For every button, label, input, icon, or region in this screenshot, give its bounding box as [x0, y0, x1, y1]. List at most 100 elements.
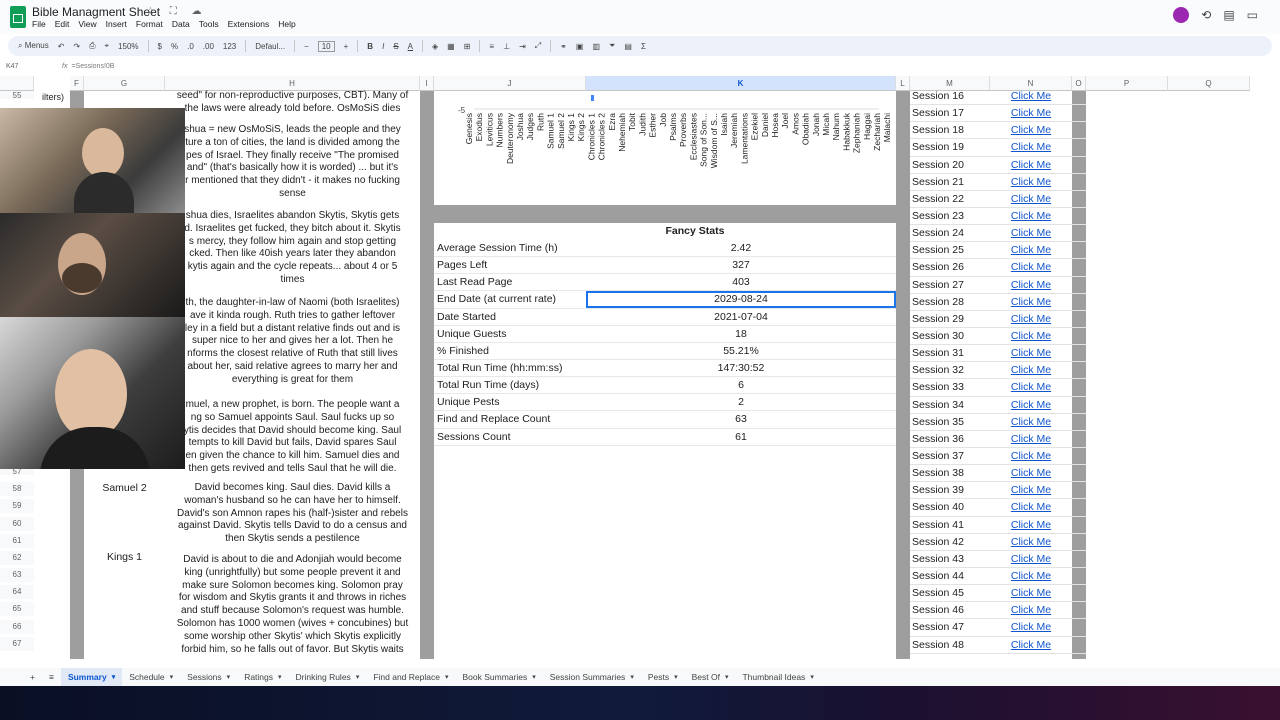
stat-row[interactable]: Pages Left 327 — [434, 257, 896, 275]
menu-extensions[interactable]: Extensions — [228, 19, 270, 29]
session-link[interactable]: Click Me — [990, 467, 1072, 479]
extension-badge-icon[interactable] — [1173, 7, 1190, 23]
session-link[interactable]: Click Me — [990, 210, 1072, 222]
session-label[interactable]: Session 39 — [910, 484, 990, 496]
sheet-tab-book-summaries[interactable]: Book Summaries ▾ — [455, 672, 542, 682]
column-header-i[interactable]: I — [420, 76, 434, 91]
row-number[interactable]: 61 — [0, 534, 34, 548]
row-number[interactable]: 55 — [0, 91, 34, 100]
menu-tools[interactable]: Tools — [199, 19, 219, 29]
session-link[interactable]: Click Me — [990, 587, 1072, 599]
session-label[interactable]: Session 46 — [910, 604, 990, 616]
stat-value[interactable]: 2 — [586, 396, 896, 408]
session-label[interactable]: Session 43 — [910, 553, 990, 565]
session-link[interactable]: Click Me — [990, 484, 1072, 496]
session-label[interactable]: Session 28 — [910, 296, 990, 308]
sheet-tab-summary[interactable]: Summary ▾ — [60, 668, 123, 686]
bold-icon[interactable]: B — [367, 42, 373, 51]
chevron-down-icon[interactable]: ▾ — [227, 673, 231, 681]
summary-cell[interactable]: shua dies, Israelites abandon Skytis, Sk… — [165, 210, 420, 287]
sheet-tab-pests[interactable]: Pests ▾ — [641, 672, 685, 682]
column-header-g[interactable]: G — [84, 76, 165, 91]
zoom-select[interactable]: 150% — [118, 42, 138, 51]
chevron-down-icon[interactable]: ▾ — [112, 673, 116, 681]
paint-format-icon[interactable]: ⌖ — [105, 41, 110, 51]
stat-value[interactable]: 147:30:52 — [586, 362, 896, 374]
session-label[interactable]: Session 20 — [910, 159, 990, 171]
merge-cells-icon[interactable]: ⊞ — [464, 42, 471, 51]
book-cell-samuel-2[interactable]: Samuel 2 — [84, 482, 165, 495]
session-link[interactable]: Click Me — [990, 604, 1072, 616]
search-menus-button[interactable]: ⌕ Menus — [18, 41, 49, 51]
session-link[interactable]: Click Me — [990, 519, 1072, 531]
stat-row[interactable]: End Date (at current rate) 2029-08-24 — [434, 291, 896, 309]
sheet-tab-thumbnail-ideas[interactable]: Thumbnail Ideas ▾ — [735, 672, 820, 682]
summary-cell[interactable]: muel, a new prophet, is born. The people… — [165, 399, 420, 476]
session-link[interactable]: Click Me — [990, 279, 1072, 291]
column-header-l[interactable]: L — [896, 76, 910, 91]
stat-value[interactable]: 2029-08-24 — [586, 291, 896, 308]
row-number[interactable]: 62 — [0, 551, 34, 565]
text-rotation-icon[interactable]: ⤢ — [535, 41, 541, 51]
font-size-input[interactable]: 10 — [317, 40, 335, 52]
column-header-k[interactable]: K — [586, 76, 896, 91]
chevron-down-icon[interactable]: ▾ — [674, 673, 678, 681]
session-link[interactable]: Click Me — [990, 141, 1072, 153]
stat-value[interactable]: 61 — [586, 431, 896, 443]
all-sheets-button[interactable]: ≡ — [42, 672, 61, 682]
undo-icon[interactable]: ↶ — [58, 42, 65, 51]
session-label[interactable]: Session 38 — [910, 467, 990, 479]
row-number[interactable]: 58 — [0, 482, 34, 496]
session-label[interactable]: Session 29 — [910, 313, 990, 325]
session-label[interactable]: Session 48 — [910, 639, 990, 651]
stat-row[interactable]: Total Run Time (hh:mm:ss) 147:30:52 — [434, 360, 896, 378]
italic-icon[interactable]: I — [382, 42, 384, 51]
summary-cell[interactable]: David is about to die and Adonjiah would… — [165, 554, 420, 656]
chevron-down-icon[interactable]: ▾ — [356, 673, 360, 681]
session-link[interactable]: Click Me — [990, 570, 1072, 582]
chevron-down-icon[interactable]: ▾ — [532, 673, 536, 681]
document-title[interactable]: Bible Managment Sheet — [32, 5, 160, 19]
stat-value[interactable]: 2.42 — [586, 242, 896, 254]
session-label[interactable]: Session 44 — [910, 570, 990, 582]
chevron-down-icon[interactable]: ▾ — [810, 673, 814, 681]
session-label[interactable]: Session 42 — [910, 536, 990, 548]
row-number[interactable]: 67 — [0, 637, 34, 651]
sheets-logo-icon[interactable] — [10, 6, 26, 28]
decrease-decimal-button[interactable]: .0 — [187, 42, 194, 51]
session-link[interactable]: Click Me — [990, 244, 1072, 256]
sheet-tab-find-and-replace[interactable]: Find and Replace ▾ — [366, 672, 455, 682]
menu-view[interactable]: View — [78, 19, 96, 29]
borders-icon[interactable]: ▦ — [447, 42, 455, 51]
session-link[interactable]: Click Me — [990, 450, 1072, 462]
redo-icon[interactable]: ↷ — [73, 42, 80, 51]
column-header-q[interactable]: Q — [1168, 76, 1250, 91]
session-label[interactable]: Session 47 — [910, 621, 990, 633]
session-link[interactable]: Click Me — [990, 433, 1072, 445]
font-select[interactable]: Defaul... — [255, 42, 285, 51]
session-link[interactable]: Click Me — [990, 124, 1072, 136]
comment-add-icon[interactable]: ▣ — [576, 42, 584, 51]
summary-cell[interactable]: shua = new OsMoSiS, leads the people and… — [165, 124, 420, 201]
session-label[interactable]: Session 16 — [910, 90, 990, 102]
session-link[interactable]: Click Me — [990, 553, 1072, 565]
sheet-tab-session-summaries[interactable]: Session Summaries ▾ — [543, 672, 641, 682]
chevron-down-icon[interactable]: ▾ — [725, 673, 729, 681]
stat-value[interactable]: 403 — [586, 276, 896, 288]
sheet-tab-sessions[interactable]: Sessions ▾ — [180, 672, 237, 682]
session-link[interactable]: Click Me — [990, 330, 1072, 342]
session-link[interactable]: Click Me — [990, 416, 1072, 428]
stat-value[interactable]: 63 — [586, 413, 896, 425]
link-icon[interactable]: ⚭ — [560, 42, 567, 51]
column-header-f[interactable]: F — [70, 76, 84, 91]
session-link[interactable]: Click Me — [990, 364, 1072, 376]
font-size-plus-icon[interactable]: + — [344, 42, 349, 51]
session-label[interactable]: Session 32 — [910, 364, 990, 376]
row-number[interactable]: 66 — [0, 620, 34, 634]
session-label[interactable]: Session 40 — [910, 501, 990, 513]
session-label[interactable]: Session 25 — [910, 244, 990, 256]
currency-button[interactable]: $ — [158, 42, 162, 51]
menu-help[interactable]: Help — [278, 19, 295, 29]
increase-decimal-button[interactable]: .00 — [203, 42, 214, 51]
session-label[interactable]: Session 37 — [910, 450, 990, 462]
